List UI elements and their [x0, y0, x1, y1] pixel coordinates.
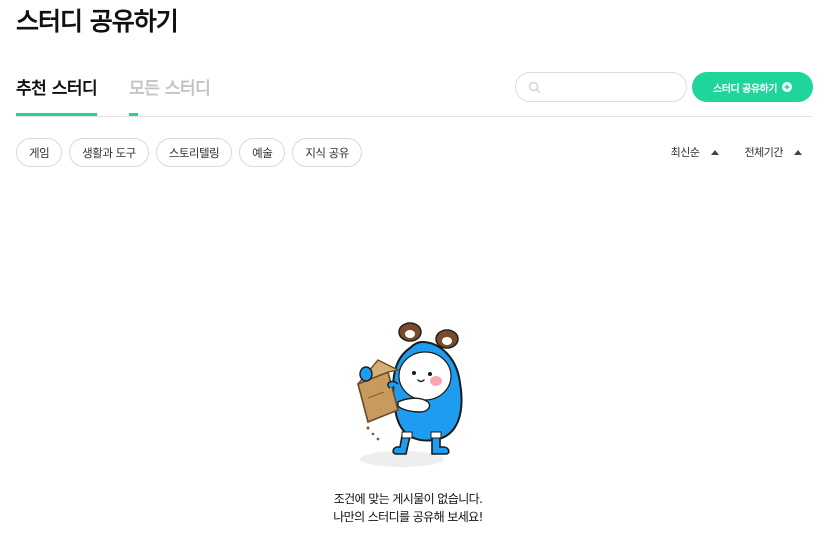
search-box[interactable] [515, 72, 687, 102]
tab-all-studies[interactable]: 모든 스터디 [129, 74, 211, 117]
category-chip-game[interactable]: 게임 [16, 138, 63, 167]
search-input[interactable] [547, 80, 677, 94]
sort-order-label: 최신순 [670, 146, 700, 159]
category-chip-knowledge[interactable]: 지식 공유 [292, 138, 362, 167]
category-filters: 게임 생활과 도구 스토리텔링 예술 지식 공유 [16, 138, 362, 167]
empty-state-message: 조건에 맞는 게시물이 없습니다. [333, 492, 483, 506]
caret-up-icon [710, 149, 719, 155]
sort-controls: 최신순 전체기간 [671, 144, 802, 160]
share-study-button[interactable]: 스터디 공유하기 [692, 72, 813, 102]
mascot-illustration [357, 322, 463, 467]
tab-bar: 추천 스터디 모든 스터디 [16, 74, 211, 117]
header-divider [16, 116, 812, 117]
caret-up-icon [794, 149, 802, 155]
tab-label: 모든 스터디 [129, 79, 211, 99]
category-chip-art[interactable]: 예술 [239, 138, 286, 167]
period-label: 전체기간 [744, 146, 784, 159]
empty-state-subtext: 나만의 스터디를 공유해 보세요! [333, 510, 483, 524]
category-chip-life-tools[interactable]: 생활과 도구 [69, 138, 149, 167]
tab-recommended-studies[interactable]: 추천 스터디 [16, 74, 98, 117]
page-title: 스터디 공유하기 [16, 7, 179, 36]
category-chip-storytelling[interactable]: 스토리텔링 [155, 138, 233, 167]
period-dropdown[interactable]: 전체기간 [745, 144, 802, 160]
search-icon [528, 81, 541, 93]
plus-circle-icon [781, 82, 792, 92]
sort-order-dropdown[interactable]: 최신순 [671, 144, 719, 160]
tab-label: 추천 스터디 [16, 79, 98, 99]
share-study-label: 스터디 공유하기 [713, 83, 777, 95]
